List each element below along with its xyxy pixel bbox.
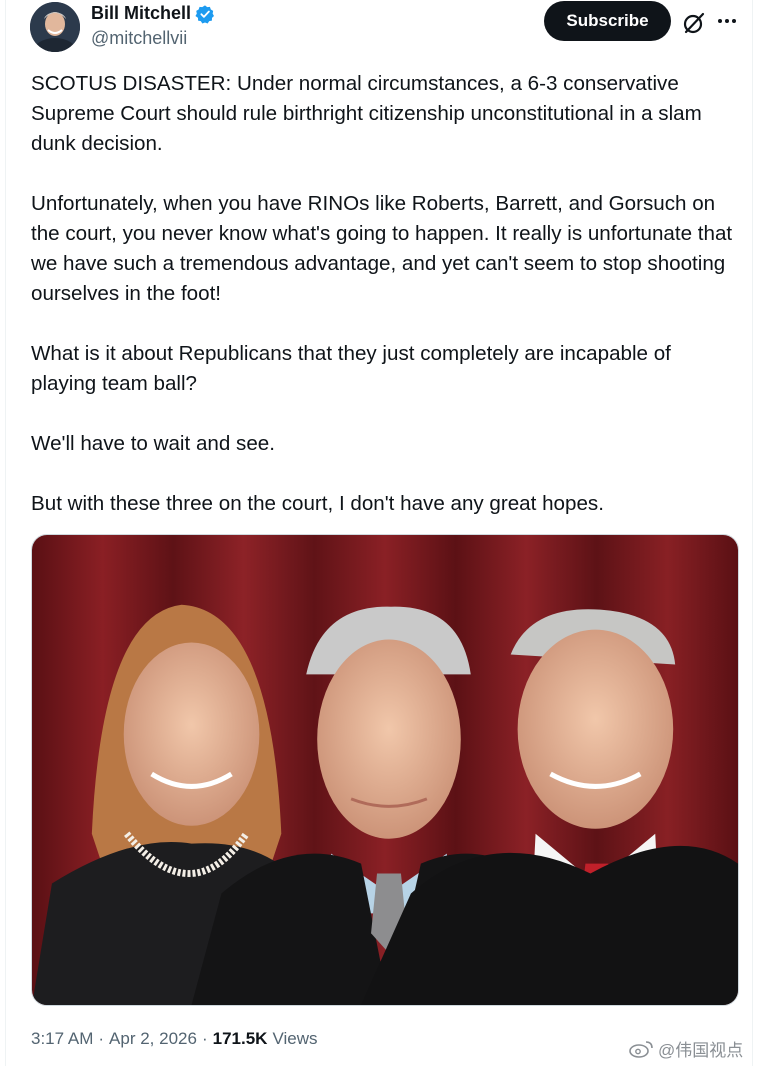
tweet-photo[interactable] [31, 534, 739, 1006]
tweet-card: Bill Mitchell @mitchellvii Subscribe SCO… [5, 0, 753, 1066]
tweet-paragraph: We'll have to wait and see. [31, 432, 275, 455]
author-name-row[interactable]: Bill Mitchell [91, 3, 215, 24]
weibo-logo-icon [629, 1040, 653, 1058]
tweet-date[interactable]: Apr 2, 2026 [109, 1029, 197, 1049]
views-label: Views [272, 1029, 318, 1048]
tweet-paragraph: What is it about Republicans that they j… [31, 342, 671, 395]
more-icon[interactable] [716, 10, 738, 32]
meta-separator: · [201, 1029, 208, 1048]
tweet-text: SCOTUS DISASTER: Under normal circumstan… [31, 69, 741, 549]
watermark-text: @伟国视点 [658, 1041, 744, 1060]
tweet-paragraph: But with these three on the court, I don… [31, 492, 604, 515]
grok-icon[interactable] [681, 10, 707, 36]
tweet-time[interactable]: 3:17 AM [31, 1029, 93, 1049]
author-handle[interactable]: @mitchellvii [91, 28, 187, 49]
subscribe-button[interactable]: Subscribe [544, 1, 671, 41]
meta-separator: · [98, 1029, 105, 1048]
tweet-paragraph: Unfortunately, when you have RINOs like … [31, 192, 733, 305]
tweet-paragraph: SCOTUS DISASTER: Under normal circumstan… [31, 72, 702, 155]
watermark: @伟国视点 [628, 1036, 743, 1061]
verified-badge-icon [195, 4, 215, 23]
tweet-meta: 3:17 AM · Apr 2, 2026 · 171.5K Views [31, 1029, 318, 1049]
views-count: 171.5K [212, 1029, 268, 1048]
avatar[interactable] [30, 2, 80, 52]
author-name[interactable]: Bill Mitchell [91, 3, 191, 24]
